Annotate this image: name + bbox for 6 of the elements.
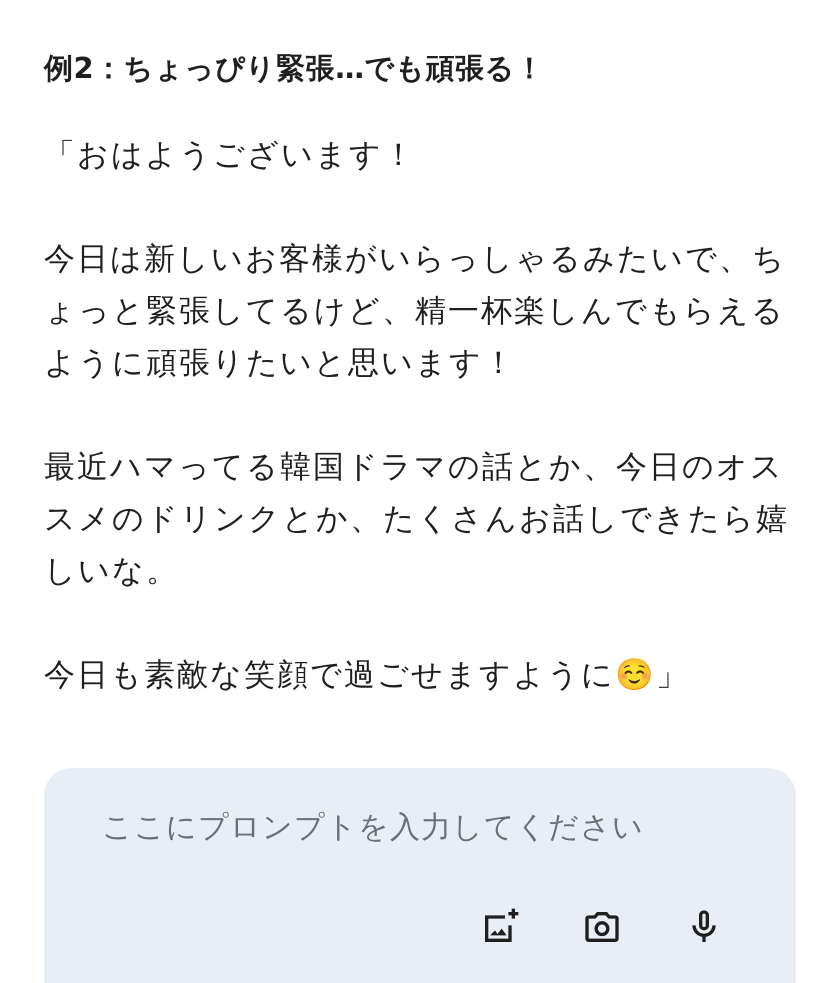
paragraph: 今日も素敵な笑顔で過ごせますように☺」 xyxy=(44,656,690,695)
paragraph: 最近ハマってる韓国ドラマの話とか、今日のオススメのドリンクとか、たくさんお話しできたら嬉しいな。 xyxy=(44,448,790,591)
paragraph: 今日は新しいお客様がいらっしゃるみたいで、ちょっと緊張してるけど、精一杯楽しんでもらえるように頑張りたいと思います！ xyxy=(44,240,787,383)
prompt-field[interactable]: ここにプロンプトを入力してください xyxy=(102,810,722,845)
paragraph: 「おはようございます！ xyxy=(44,136,417,175)
heading: 例2：ちょっぴり緊張…でも頑張る！ xyxy=(44,50,546,87)
